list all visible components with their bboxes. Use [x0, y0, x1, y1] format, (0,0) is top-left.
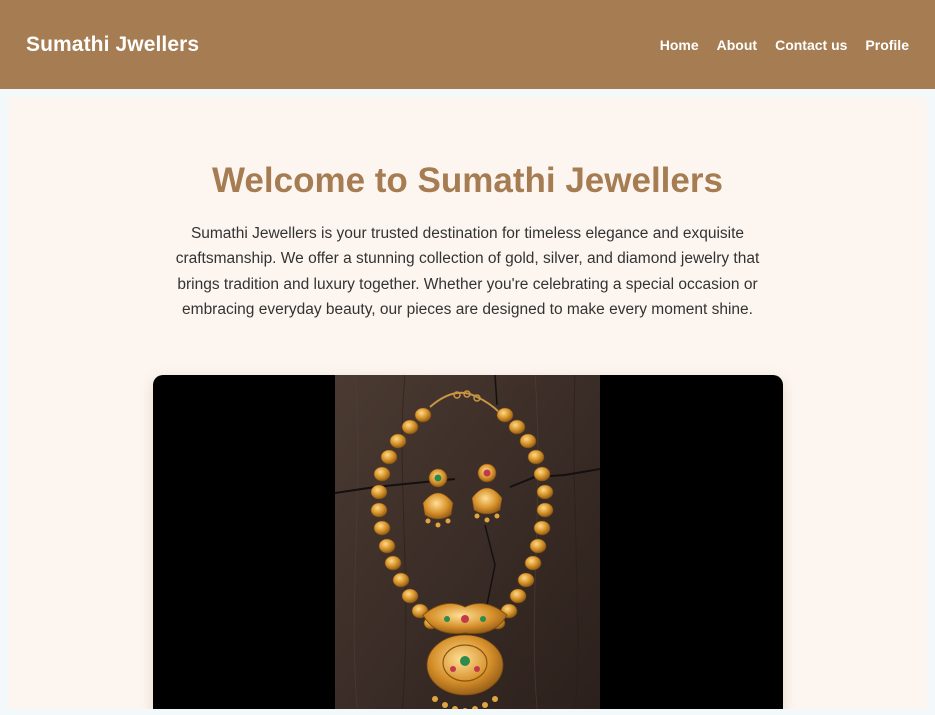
gold-necklace-and-earrings-image [335, 375, 600, 709]
nav-links: Home About Contact us Profile [660, 37, 909, 53]
main-content: Welcome to Sumathi Jewellers Sumathi Jew… [8, 97, 927, 709]
nav-link-about[interactable]: About [717, 37, 757, 53]
product-media-frame [153, 375, 783, 709]
nav-link-profile[interactable]: Profile [865, 37, 909, 53]
intro-paragraph: Sumathi Jewellers is your trusted destin… [175, 225, 760, 318]
brand-logo-text[interactable]: Sumathi Jwellers [26, 33, 199, 57]
nav-link-contact-us[interactable]: Contact us [775, 37, 847, 53]
nav-link-home[interactable]: Home [660, 37, 699, 53]
page-title: Welcome to Sumathi Jewellers [212, 161, 723, 200]
top-navbar: Sumathi Jwellers Home About Contact us P… [0, 0, 935, 89]
